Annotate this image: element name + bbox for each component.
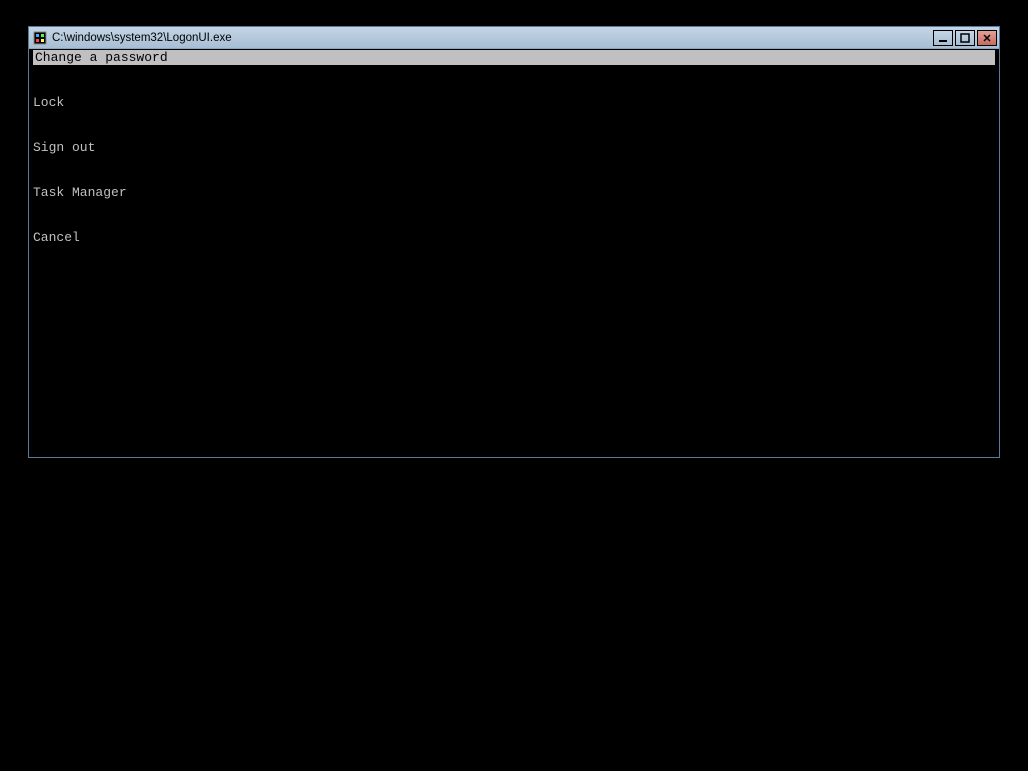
app-icon [33, 31, 47, 45]
close-button[interactable] [977, 30, 997, 46]
menu-item-cancel[interactable]: Cancel [33, 230, 995, 245]
menu-item-taskmanager[interactable]: Task Manager [33, 185, 995, 200]
titlebar[interactable]: C:\windows\system32\LogonUI.exe [29, 27, 999, 49]
minimize-button[interactable] [933, 30, 953, 46]
menu-item-signout[interactable]: Sign out [33, 140, 995, 155]
window-controls [933, 30, 997, 46]
menu-item-selected[interactable]: Change a password [33, 50, 995, 65]
console-window: C:\windows\system32\LogonUI.exe Chang [28, 26, 1000, 458]
titlebar-left: C:\windows\system32\LogonUI.exe [33, 31, 232, 45]
console-body[interactable]: Lock Sign out Task Manager Cancel [29, 65, 999, 455]
maximize-button[interactable] [955, 30, 975, 46]
menu-item-lock[interactable]: Lock [33, 95, 995, 110]
window-title: C:\windows\system32\LogonUI.exe [52, 32, 232, 44]
